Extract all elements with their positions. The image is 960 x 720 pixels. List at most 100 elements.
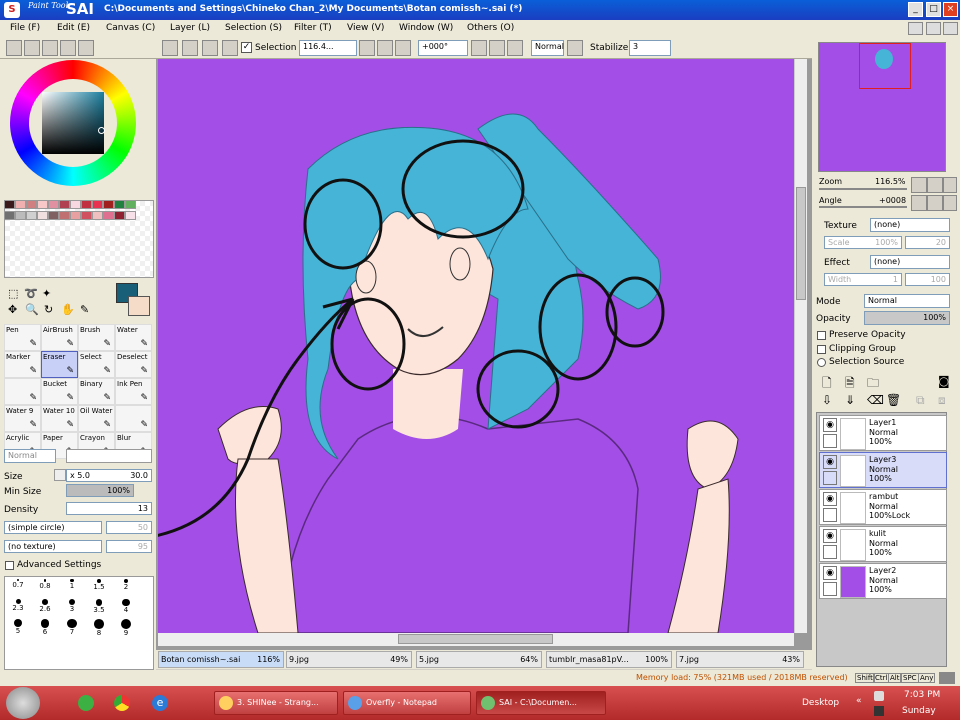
nav-zoom-reset-icon[interactable]	[943, 177, 957, 193]
tool-marker[interactable]: Marker ✎	[4, 351, 41, 378]
tool-water[interactable]: Water ✎	[115, 324, 152, 351]
hscroll-thumb[interactable]	[398, 634, 553, 644]
visibility-eye-icon[interactable]: ◉	[823, 455, 837, 469]
color-swatch[interactable]	[103, 200, 114, 209]
tray-app-icon[interactable]	[874, 691, 884, 701]
color-picker-cursor[interactable]	[98, 127, 105, 134]
task-music[interactable]: 3. SHINee - Strang...	[214, 691, 338, 715]
volume-icon[interactable]	[874, 706, 884, 716]
rect-select-icon[interactable]: ⬚	[8, 287, 18, 300]
density-slider[interactable]: 13	[66, 502, 152, 515]
brush-size-preset[interactable]: 5	[5, 617, 31, 636]
advanced-settings-checkbox[interactable]	[5, 561, 14, 570]
color-swatch[interactable]	[37, 200, 48, 209]
size-multiplier-button[interactable]	[54, 469, 66, 481]
brush-size-preset[interactable]: 2.3	[5, 597, 31, 616]
menu-edit[interactable]: Edit (E)	[57, 23, 90, 33]
maximize-icon[interactable]: □	[926, 2, 941, 17]
start-button[interactable]	[6, 687, 40, 719]
nav-rotate-left-icon[interactable]	[911, 195, 927, 211]
color-swatch[interactable]	[114, 200, 125, 209]
brush-size-preset[interactable]: 0.8	[32, 577, 58, 596]
zoom-out-icon[interactable]	[359, 40, 375, 56]
menu-others[interactable]: Others (O)	[467, 23, 514, 33]
color-swatch[interactable]	[81, 200, 92, 209]
quicklaunch-chrome-icon[interactable]	[114, 695, 130, 711]
effect-select[interactable]: (none)	[870, 255, 950, 269]
visibility-eye-icon[interactable]: ◉	[823, 529, 837, 543]
brush-shape-value[interactable]: 50	[106, 521, 152, 534]
layer-lock-checkbox[interactable]	[823, 471, 837, 485]
navigator-preview[interactable]	[818, 42, 946, 172]
brush-texture-value[interactable]: 95	[106, 540, 152, 553]
tool-brush[interactable]: Brush ✎	[78, 324, 115, 351]
visibility-eye-icon[interactable]: ◉	[823, 492, 837, 506]
quicklaunch-ie-icon[interactable]: e	[152, 695, 168, 711]
layer-lock-checkbox[interactable]	[823, 434, 837, 448]
task-sai[interactable]: SAI - C:\Documen...	[476, 691, 606, 715]
tool-ink-pen[interactable]: Ink Pen ✎	[115, 378, 152, 405]
brush-mode-select[interactable]: Normal	[4, 449, 56, 463]
visibility-eye-icon[interactable]: ◉	[823, 418, 837, 432]
color-swatch[interactable]	[114, 211, 125, 220]
menu-selection[interactable]: Selection (S)	[225, 23, 282, 33]
zoom-field[interactable]: 116.4...	[299, 40, 357, 56]
layer-mask-icon[interactable]: ◙	[938, 374, 950, 388]
canvas-horizontal-scrollbar[interactable]	[158, 633, 794, 646]
brush-texture-select[interactable]: (no texture)	[4, 540, 102, 553]
transfer-down-icon[interactable]: ⇩	[822, 393, 832, 407]
nav-rotate-reset-icon[interactable]	[943, 195, 957, 211]
brush-size-preset[interactable]: 1.5	[86, 577, 112, 596]
rotate-icon[interactable]: ↻	[44, 303, 53, 316]
color-swatch[interactable]	[59, 200, 70, 209]
eyedropper-icon[interactable]: ✎	[80, 303, 89, 316]
desktop-toolbar[interactable]: Desktop	[802, 698, 839, 708]
rgb-slider-icon[interactable]	[24, 40, 40, 56]
layer-row[interactable]: ◉ kulit Normal 100%	[819, 526, 947, 562]
brush-size-preset[interactable]: 2	[113, 577, 139, 596]
selection-source-checkbox[interactable]	[817, 358, 826, 367]
drawing-canvas[interactable]	[158, 59, 794, 633]
apply-mask-icon[interactable]: ⧉	[916, 393, 925, 408]
canvas-vertical-scrollbar[interactable]	[794, 59, 807, 633]
layer-row[interactable]: ◉ Layer3 Normal 100%	[819, 452, 947, 488]
color-swatch[interactable]	[125, 211, 136, 220]
width-num[interactable]: 100	[905, 273, 950, 286]
nav-zoom-out-icon[interactable]	[911, 177, 927, 193]
opacity-slider[interactable]: 100%	[864, 311, 950, 325]
nav-rotate-right-icon[interactable]	[927, 195, 943, 211]
tool-eraser[interactable]: Eraser ✎	[41, 351, 78, 378]
tool-oil-water[interactable]: Oil Water ✎	[78, 405, 115, 432]
menu-filter[interactable]: Filter (T)	[294, 23, 332, 33]
brush-size-preset[interactable]: 3	[59, 597, 85, 616]
document-tab[interactable]: 9.jpg 49%	[286, 651, 412, 668]
stabilizer-select[interactable]: 3	[629, 40, 671, 56]
brush-size-preset[interactable]: 1	[59, 577, 85, 596]
color-swatch[interactable]	[125, 200, 136, 209]
zoom-reset-icon[interactable]	[395, 40, 411, 56]
texture-select[interactable]: (none)	[870, 218, 950, 232]
tool-deselect[interactable]: Deselect ✎	[115, 351, 152, 378]
transform-icon[interactable]	[222, 40, 238, 56]
menu-file[interactable]: File (F)	[10, 23, 40, 33]
tool-select[interactable]: Select ✎	[78, 351, 115, 378]
rotate-reset-icon[interactable]	[507, 40, 523, 56]
color-swatch[interactable]	[92, 211, 103, 220]
rotate-right-icon[interactable]	[489, 40, 505, 56]
scale-num[interactable]: 20	[905, 236, 950, 249]
brush-size-preset[interactable]: 4	[113, 597, 139, 616]
brush-shape-selector[interactable]	[66, 449, 152, 463]
move-icon[interactable]: ✥	[8, 303, 17, 316]
menu-layer[interactable]: Layer (L)	[170, 23, 210, 33]
color-swatch[interactable]	[4, 200, 15, 209]
angle-field[interactable]: +000°	[418, 40, 468, 56]
tool-empty[interactable]: ✎	[4, 378, 41, 405]
tool-pen[interactable]: Pen ✎	[4, 324, 41, 351]
color-swatch[interactable]	[26, 211, 37, 220]
tool-water-10[interactable]: Water 10 ✎	[41, 405, 78, 432]
quicklaunch-whatsapp-icon[interactable]	[78, 695, 94, 711]
hsv-slider-icon[interactable]	[42, 40, 58, 56]
deselect-icon[interactable]	[182, 40, 198, 56]
scale-slider[interactable]: Scale 100%	[824, 236, 902, 249]
brush-size-preset[interactable]: 8	[86, 617, 112, 637]
